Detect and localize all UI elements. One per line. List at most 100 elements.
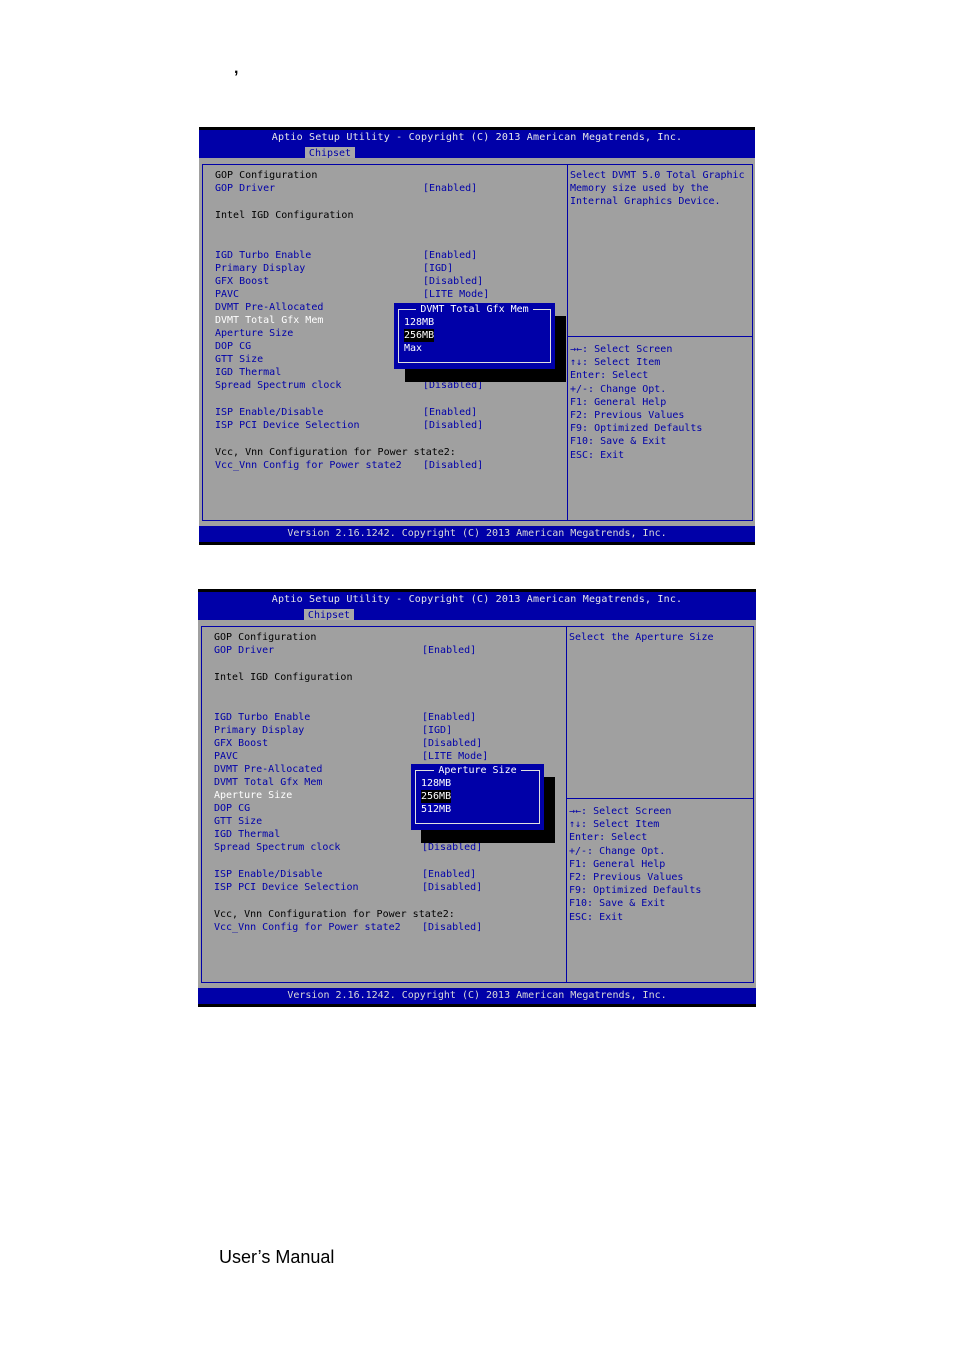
setting-label: GTT Size	[214, 816, 263, 827]
status-bar: Version 2.16.1242. Copyright (C) 2013 Am…	[198, 988, 756, 1004]
version-text: Version 2.16.1242. Copyright (C) 2013 Am…	[287, 528, 667, 539]
option-popup: Aperture Size 128MB 256MB 512MB	[411, 764, 544, 830]
setting-value[interactable]: [Disabled]	[422, 921, 482, 934]
popup-option[interactable]: Max	[404, 342, 422, 355]
setting-row[interactable]: GFX Boost [Disabled]	[215, 275, 483, 288]
setting-row[interactable]: DVMT Pre-Allocated	[215, 301, 323, 314]
setting-row[interactable]: DOP CG	[214, 802, 250, 815]
setting-row[interactable]: Primary Display [IGD]	[215, 262, 453, 275]
setting-label: Primary Display	[214, 725, 305, 736]
title-bar: Aptio Setup Utility - Copyright (C) 2013…	[199, 130, 755, 161]
setting-value[interactable]: [Enabled]	[423, 406, 477, 419]
key-legend: →←: Select Screen ↑↓: Select Item Enter:…	[569, 806, 702, 923]
setting-value[interactable]: [Enabled]	[422, 644, 476, 657]
setting-value[interactable]: [Enabled]	[423, 249, 477, 262]
setting-label: GFX Boost	[215, 276, 270, 287]
setting-value[interactable]: [Disabled]	[422, 737, 482, 750]
setting-row[interactable]: ISP PCI Device Selection [Disabled]	[214, 881, 482, 894]
setting-value[interactable]: [Enabled]	[422, 868, 476, 881]
popup-option[interactable]: 256MB	[404, 329, 435, 342]
popup-option[interactable]: 128MB	[404, 316, 434, 329]
setting-row[interactable]: IGD Thermal	[214, 828, 280, 841]
bios-title: Aptio Setup Utility - Copyright (C) 2013…	[271, 594, 683, 605]
setting-row[interactable]: GOP Driver [Enabled]	[214, 644, 476, 657]
setting-value[interactable]: [LITE Mode]	[422, 750, 488, 763]
help-panel: Select DVMT 5.0 Total Graphic Memory siz…	[568, 164, 753, 521]
bios-screen-dvmt: Aptio Setup Utility - Copyright (C) 2013…	[199, 127, 755, 545]
section-heading: Vcc, Vnn Configuration for Power state2:	[214, 909, 455, 920]
setting-label: ISP PCI Device Selection	[215, 420, 360, 431]
section-heading: GOP Configuration	[215, 170, 318, 181]
setting-row: Vcc, Vnn Configuration for Power state2:	[214, 908, 455, 921]
setting-label: ISP Enable/Disable	[215, 407, 324, 418]
setting-value[interactable]: [Disabled]	[423, 419, 483, 432]
setting-value[interactable]: [LITE Mode]	[423, 288, 489, 301]
setting-value[interactable]: [Enabled]	[422, 711, 476, 724]
setting-label: PAVC	[214, 751, 239, 762]
setting-row: GOP Configuration	[214, 631, 316, 644]
setting-row[interactable]: GOP Driver [Enabled]	[215, 182, 477, 195]
setting-row[interactable]: ISP PCI Device Selection [Disabled]	[215, 419, 483, 432]
setting-value[interactable]: [Disabled]	[423, 459, 483, 472]
setting-label: GTT Size	[215, 354, 264, 365]
popup-option[interactable]: 256MB	[421, 790, 452, 803]
setting-row[interactable]: PAVC [LITE Mode]	[215, 288, 489, 301]
item-help-text: Select the Aperture Size	[569, 632, 714, 643]
section-heading: GOP Configuration	[214, 632, 317, 643]
setting-row[interactable]: Spread Spectrum clock [Disabled]	[214, 841, 482, 854]
page-footer: User’s Manual	[219, 1247, 335, 1267]
setting-row[interactable]: Spread Spectrum clock [Disabled]	[215, 379, 483, 392]
popup-title-text: Aperture Size	[434, 765, 521, 776]
setting-value[interactable]: [IGD]	[422, 724, 452, 737]
section-heading: Vcc, Vnn Configuration for Power state2:	[215, 447, 456, 458]
setting-row[interactable]: GTT Size	[215, 353, 263, 366]
setting-row[interactable]: GTT Size	[214, 815, 262, 828]
popup-option[interactable]: 128MB	[421, 777, 451, 790]
setting-label: DOP CG	[214, 803, 251, 814]
setup-body: GOP Configuration GOP Driver [Enabled] Inte…	[198, 620, 756, 988]
setting-row[interactable]: IGD Turbo Enable [Enabled]	[214, 711, 476, 724]
setting-label: IGD Thermal	[214, 829, 281, 840]
setting-row[interactable]: PAVC [LITE Mode]	[214, 750, 488, 763]
setting-value[interactable]: [Enabled]	[423, 182, 477, 195]
setting-row: Intel IGD Configuration	[215, 209, 353, 222]
option-popup: DVMT Total Gfx Mem 128MB 256MB Max	[394, 303, 555, 369]
setting-label: GOP Driver	[214, 645, 275, 656]
setting-label: DVMT Pre-Allocated	[214, 764, 323, 775]
setting-row[interactable]: DOP CG	[215, 340, 251, 353]
setting-row[interactable]: IGD Thermal	[215, 366, 281, 379]
setting-label: Primary Display	[215, 263, 306, 274]
setting-row[interactable]: Vcc_Vnn Config for Power state2 [Disabled…	[214, 921, 482, 934]
setting-row[interactable]: Vcc_Vnn Config for Power state2 [Disabled…	[215, 459, 483, 472]
popup-title: DVMT Total Gfx Mem	[394, 303, 555, 316]
setting-row[interactable]: Aperture Size	[215, 327, 293, 340]
setting-label: GOP Driver	[215, 183, 276, 194]
bios-title: Aptio Setup Utility - Copyright (C) 2013…	[271, 132, 683, 143]
setting-label: IGD Thermal	[215, 367, 282, 378]
setting-row[interactable]: Primary Display [IGD]	[214, 724, 452, 737]
setting-row[interactable]: DVMT Total Gfx Mem	[214, 776, 322, 789]
setting-label: Vcc_Vnn Config for Power state2	[214, 922, 401, 933]
help-panel: Select the Aperture Size →←: Select Scre…	[567, 626, 754, 983]
setting-row: Intel IGD Configuration	[214, 671, 352, 684]
setting-label: DVMT Total Gfx Mem	[214, 777, 323, 788]
setting-label: DOP CG	[215, 341, 252, 352]
setting-row[interactable]: DVMT Total Gfx Mem	[215, 314, 323, 327]
setting-value[interactable]: [Disabled]	[422, 881, 482, 894]
setting-value[interactable]: [IGD]	[423, 262, 453, 275]
popup-title-text: DVMT Total Gfx Mem	[416, 304, 533, 315]
key-legend: →←: Select Screen ↑↓: Select Item Enter:…	[570, 344, 703, 461]
setting-row[interactable]: DVMT Pre-Allocated	[214, 763, 322, 776]
popup-option[interactable]: 512MB	[421, 803, 451, 816]
setting-row[interactable]: ISP Enable/Disable [Enabled]	[215, 406, 477, 419]
section-heading: Intel IGD Configuration	[214, 672, 353, 683]
item-help-text: Select DVMT 5.0 Total Graphic Memory siz…	[570, 170, 745, 208]
setting-row[interactable]: ISP Enable/Disable [Enabled]	[214, 868, 476, 881]
setting-label: ISP Enable/Disable	[214, 869, 323, 880]
setting-row[interactable]: Aperture Size	[214, 789, 292, 802]
setting-row[interactable]: GFX Boost [Disabled]	[214, 737, 482, 750]
section-heading: Intel IGD Configuration	[215, 210, 354, 221]
setting-row[interactable]: IGD Turbo Enable [Enabled]	[215, 249, 477, 262]
setting-label: PAVC	[215, 289, 240, 300]
setting-value[interactable]: [Disabled]	[423, 275, 483, 288]
